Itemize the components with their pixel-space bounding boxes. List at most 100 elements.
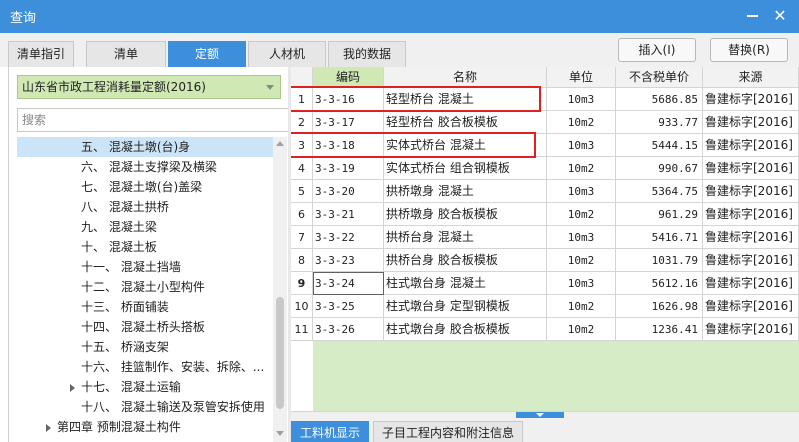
tree-item[interactable]: 十、 混凝土板	[81, 237, 157, 257]
replace-button[interactable]: 替换(R)	[710, 38, 788, 62]
library-select[interactable]: 山东省市政工程消耗量定额(2016)	[17, 75, 281, 99]
price-cell[interactable]: 1031.79	[616, 249, 703, 272]
insert-button[interactable]: 插入(I)	[618, 38, 696, 62]
table-row[interactable]: 9 3-3-24 柱式墩台身 混凝土 10m3 5612.16 鲁建标字[2016]	[291, 272, 799, 295]
code-cell[interactable]: 3-3-26	[313, 318, 384, 341]
source-cell[interactable]: 鲁建标字[2016]	[703, 88, 799, 111]
code-cell[interactable]: 3-3-23	[313, 249, 384, 272]
table-row[interactable]: 7 3-3-22 拱桥台身 混凝土 10m3 5416.71 鲁建标字[2016]	[291, 226, 799, 249]
tab-bill-guide[interactable]: 清单指引	[8, 41, 74, 67]
table-row[interactable]: 10 3-3-25 柱式墩台身 定型钢模板 10m2 1626.98 鲁建标字[2016]	[291, 295, 799, 318]
source-cell[interactable]: 鲁建标字[2016]	[703, 203, 799, 226]
code-cell[interactable]: 3-3-22	[313, 226, 384, 249]
code-cell[interactable]: 3-3-18	[313, 134, 384, 157]
price-cell[interactable]: 1236.41	[616, 318, 703, 341]
source-cell[interactable]: 鲁建标字[2016]	[703, 134, 799, 157]
table-row[interactable]: 3 3-3-18 实体式桥台 混凝土 10m3 5444.15 鲁建标字[2016]	[291, 134, 799, 157]
name-cell[interactable]: 拱桥墩身 胶合板模板	[384, 203, 547, 226]
unit-cell[interactable]: 10m2	[547, 203, 616, 226]
source-cell[interactable]: 鲁建标字[2016]	[703, 272, 799, 295]
unit-cell[interactable]: 10m3	[547, 226, 616, 249]
scroll-down-icon[interactable]	[276, 431, 284, 436]
tree-item[interactable]: 十五、 桥涵支架	[81, 337, 169, 357]
tree-item[interactable]: 十六、 挂篮制作、安装、拆除、...	[81, 357, 264, 377]
name-cell[interactable]: 轻型桥台 混凝土	[384, 88, 547, 111]
tab-my-data[interactable]: 我的数据	[328, 41, 406, 67]
unit-cell[interactable]: 10m2	[547, 318, 616, 341]
price-cell[interactable]: 1626.98	[616, 295, 703, 318]
tree-scrollbar[interactable]	[273, 137, 287, 442]
price-cell[interactable]: 5364.75	[616, 180, 703, 203]
tab-quota[interactable]: 定额	[168, 41, 246, 67]
table-row[interactable]: 4 3-3-19 实体式桥台 组合钢模板 10m2 990.67 鲁建标字[2016]	[291, 157, 799, 180]
tree-item[interactable]: 十一、 混凝土挡墙	[81, 257, 181, 277]
tree-item[interactable]: 十四、 混凝土桥头搭板	[81, 317, 205, 337]
price-cell[interactable]: 5416.71	[616, 226, 703, 249]
name-cell[interactable]: 拱桥台身 胶合板模板	[384, 249, 547, 272]
source-cell[interactable]: 鲁建标字[2016]	[703, 295, 799, 318]
source-cell[interactable]: 鲁建标字[2016]	[703, 157, 799, 180]
unit-cell[interactable]: 10m2	[547, 249, 616, 272]
price-cell[interactable]: 5444.15	[616, 134, 703, 157]
source-cell[interactable]: 鲁建标字[2016]	[703, 111, 799, 134]
tree-item[interactable]: 八、 混凝土拱桥	[81, 197, 169, 217]
name-cell[interactable]: 拱桥台身 混凝土	[384, 226, 547, 249]
tree-item[interactable]: 五、 混凝土墩(台)身	[17, 137, 279, 157]
unit-cell[interactable]: 10m3	[547, 180, 616, 203]
source-cell[interactable]: 鲁建标字[2016]	[703, 180, 799, 203]
unit-cell[interactable]: 10m2	[547, 157, 616, 180]
code-cell[interactable]: 3-3-16	[313, 88, 384, 111]
name-cell[interactable]: 柱式墩台身 定型钢模板	[384, 295, 547, 318]
expand-arrow-icon[interactable]	[46, 423, 51, 432]
unit-cell[interactable]: 10m2	[547, 295, 616, 318]
table-row[interactable]: 11 3-3-26 柱式墩台身 胶合板模板 10m2 1236.41 鲁建标字[2016]	[291, 318, 799, 341]
name-cell[interactable]: 柱式墩台身 混凝土	[384, 272, 547, 295]
tab-labor-material[interactable]: 人材机	[248, 41, 326, 67]
minimize-button[interactable]	[740, 4, 764, 28]
price-cell[interactable]: 990.67	[616, 157, 703, 180]
table-row[interactable]: 1 3-3-16 轻型桥台 混凝土 10m3 5686.85 鲁建标字[2016]	[291, 88, 799, 111]
table-row[interactable]: 6 3-3-21 拱桥墩身 胶合板模板 10m2 961.29 鲁建标字[2016]	[291, 203, 799, 226]
tab-bill[interactable]: 清单	[86, 41, 166, 67]
tree-item[interactable]: 九、 混凝土梁	[81, 217, 157, 237]
tree-item[interactable]: 十二、 混凝土小型构件	[81, 277, 205, 297]
tree-item[interactable]: 第四章 预制混凝土构件	[46, 417, 181, 437]
price-cell[interactable]: 961.29	[616, 203, 703, 226]
scroll-up-icon[interactable]	[276, 141, 284, 146]
price-cell[interactable]: 5612.16	[616, 272, 703, 295]
name-cell[interactable]: 柱式墩台身 胶合板模板	[384, 318, 547, 341]
source-cell[interactable]: 鲁建标字[2016]	[703, 318, 799, 341]
tree-item[interactable]: 十七、 混凝土运输	[70, 377, 181, 397]
scrollbar-thumb[interactable]	[276, 297, 284, 409]
name-cell[interactable]: 拱桥墩身 混凝土	[384, 180, 547, 203]
column-header-price[interactable]: 不含税单价	[616, 67, 703, 88]
unit-cell[interactable]: 10m2	[547, 111, 616, 134]
tree-item[interactable]: 六、 混凝土支撑梁及横梁	[81, 157, 217, 177]
source-cell[interactable]: 鲁建标字[2016]	[703, 249, 799, 272]
table-row[interactable]: 8 3-3-23 拱桥台身 胶合板模板 10m2 1031.79 鲁建标字[2016]	[291, 249, 799, 272]
column-header-unit[interactable]: 单位	[547, 67, 616, 88]
source-cell[interactable]: 鲁建标字[2016]	[703, 226, 799, 249]
close-button[interactable]: ✕	[768, 4, 792, 28]
name-cell[interactable]: 轻型桥台 胶合板模板	[384, 111, 547, 134]
tab-labor-material-display[interactable]: 工料机显示	[291, 421, 369, 442]
unit-cell[interactable]: 10m3	[547, 88, 616, 111]
tree-item[interactable]: 十八、 混凝土输送及泵管安拆使用	[81, 397, 265, 417]
tab-work-content-notes[interactable]: 子目工程内容和附注信息	[373, 421, 523, 442]
column-header-source[interactable]: 来源	[703, 67, 799, 88]
code-cell[interactable]: 3-3-20	[313, 180, 384, 203]
price-cell[interactable]: 933.77	[616, 111, 703, 134]
column-header-code[interactable]: 编码	[313, 67, 384, 88]
name-cell[interactable]: 实体式桥台 组合钢模板	[384, 157, 547, 180]
table-row[interactable]: 2 3-3-17 轻型桥台 胶合板模板 10m2 933.77 鲁建标字[2016]	[291, 111, 799, 134]
code-cell[interactable]: 3-3-19	[313, 157, 384, 180]
column-header-name[interactable]: 名称	[384, 67, 547, 88]
name-cell[interactable]: 实体式桥台 混凝土	[384, 134, 547, 157]
unit-cell[interactable]: 10m3	[547, 134, 616, 157]
tree-item[interactable]: 七、 混凝土墩(台)盖梁	[81, 177, 202, 197]
price-cell[interactable]: 5686.85	[616, 88, 703, 111]
collapse-handle[interactable]	[516, 412, 564, 418]
expand-arrow-icon[interactable]	[70, 383, 75, 392]
unit-cell[interactable]: 10m3	[547, 272, 616, 295]
search-input[interactable]	[17, 108, 293, 132]
